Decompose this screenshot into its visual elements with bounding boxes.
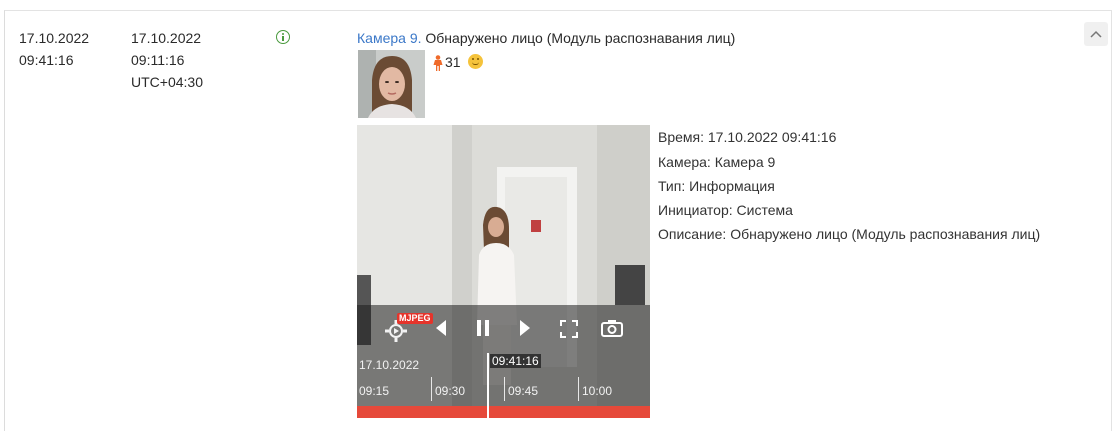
timezone: UTC+04:30	[131, 74, 203, 90]
detail-type: Тип: Информация	[658, 178, 775, 194]
face-thumbnail[interactable]	[358, 50, 425, 118]
timeline-tick-mark	[431, 377, 432, 401]
pause-icon[interactable]	[475, 319, 491, 337]
server-date: 17.10.2022	[19, 30, 90, 46]
timeline-current-time: 09:41:16	[490, 354, 541, 368]
local-date: 17.10.2022	[131, 30, 202, 46]
snapshot-camera-icon[interactable]	[601, 319, 623, 337]
timeline-tick-label: 09:15	[359, 384, 390, 398]
next-frame-icon[interactable]	[517, 319, 533, 337]
server-time: 09:41:16	[19, 52, 74, 68]
female-person-icon	[433, 55, 443, 71]
camera-link[interactable]: Камера 9.	[357, 30, 422, 46]
timeline-date: 17.10.2022	[359, 358, 420, 372]
timeline-tick-mark	[578, 377, 579, 401]
age-value: 31	[445, 54, 461, 70]
timeline-progress[interactable]	[357, 406, 650, 418]
timeline-tick-label: 10:00	[582, 384, 613, 398]
info-icon	[276, 30, 290, 44]
collapse-button[interactable]	[1084, 22, 1108, 46]
timeline-playhead[interactable]	[487, 353, 489, 418]
fullscreen-icon[interactable]	[559, 319, 579, 339]
chevron-up-icon	[1090, 30, 1102, 38]
detail-time: Время: 17.10.2022 09:41:16	[658, 129, 837, 145]
detail-description: Описание: Обнаружено лицо (Модуль распоз…	[658, 226, 1041, 242]
detail-initiator: Инициатор: Система	[658, 202, 793, 218]
video-player[interactable]: MJPEG 17.10.2022 09:41:16 09:15 09:30 09…	[357, 125, 650, 418]
previous-frame-icon[interactable]	[433, 319, 449, 337]
timeline-tick-label: 09:45	[508, 384, 539, 398]
timeline-tick-mark	[504, 377, 505, 401]
codec-badge: MJPEG	[397, 313, 433, 324]
local-time: 09:11:16	[131, 52, 185, 68]
event-title-line: Камера 9. Обнаружено лицо (Модуль распоз…	[357, 27, 735, 49]
detail-camera: Камера: Камера 9	[658, 154, 776, 170]
event-title: Обнаружено лицо (Модуль распознавания ли…	[425, 30, 736, 46]
timeline-tick-label: 09:30	[435, 384, 466, 398]
smile-emoji-icon	[468, 54, 483, 69]
